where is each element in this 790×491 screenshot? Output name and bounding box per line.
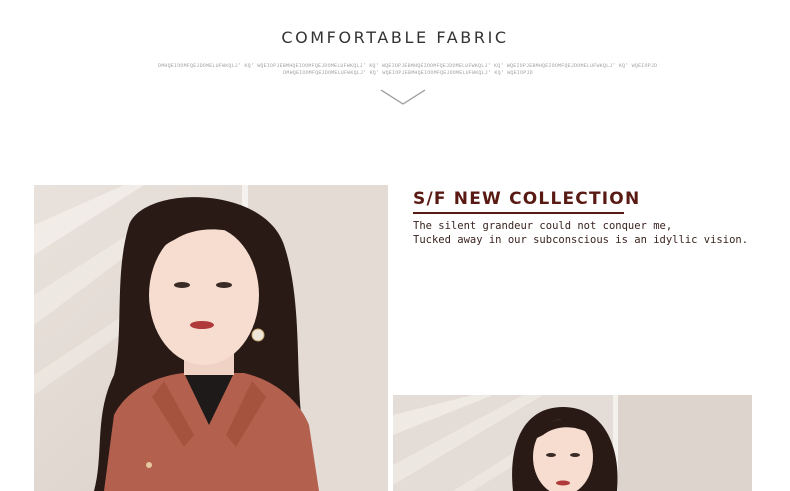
tagline-line-2: DMHQEIOOMFQEJDOMELUFWKQLJ' KQ' WQEIOPJEB… <box>283 70 533 76</box>
collection-description: The silent grandeur could not conquer me… <box>413 219 748 247</box>
model-photo-small <box>393 395 752 491</box>
tagline-line-1: DMHQEIOOMFQEJDOMELUFWKQLJ' KQ' WQEIOPJEB… <box>158 63 658 69</box>
collection-heading: S/F NEW COLLECTION <box>413 189 641 209</box>
model-photo-large <box>34 185 388 491</box>
collection-underline <box>413 212 624 214</box>
section-title: COMFORTABLE FABRIC <box>281 28 509 47</box>
collection-text-line-1: The silent grandeur could not conquer me… <box>413 220 673 232</box>
collection-text-line-2: Tucked away in our subconscious is an id… <box>413 234 749 246</box>
chevron-down-icon <box>380 89 426 105</box>
